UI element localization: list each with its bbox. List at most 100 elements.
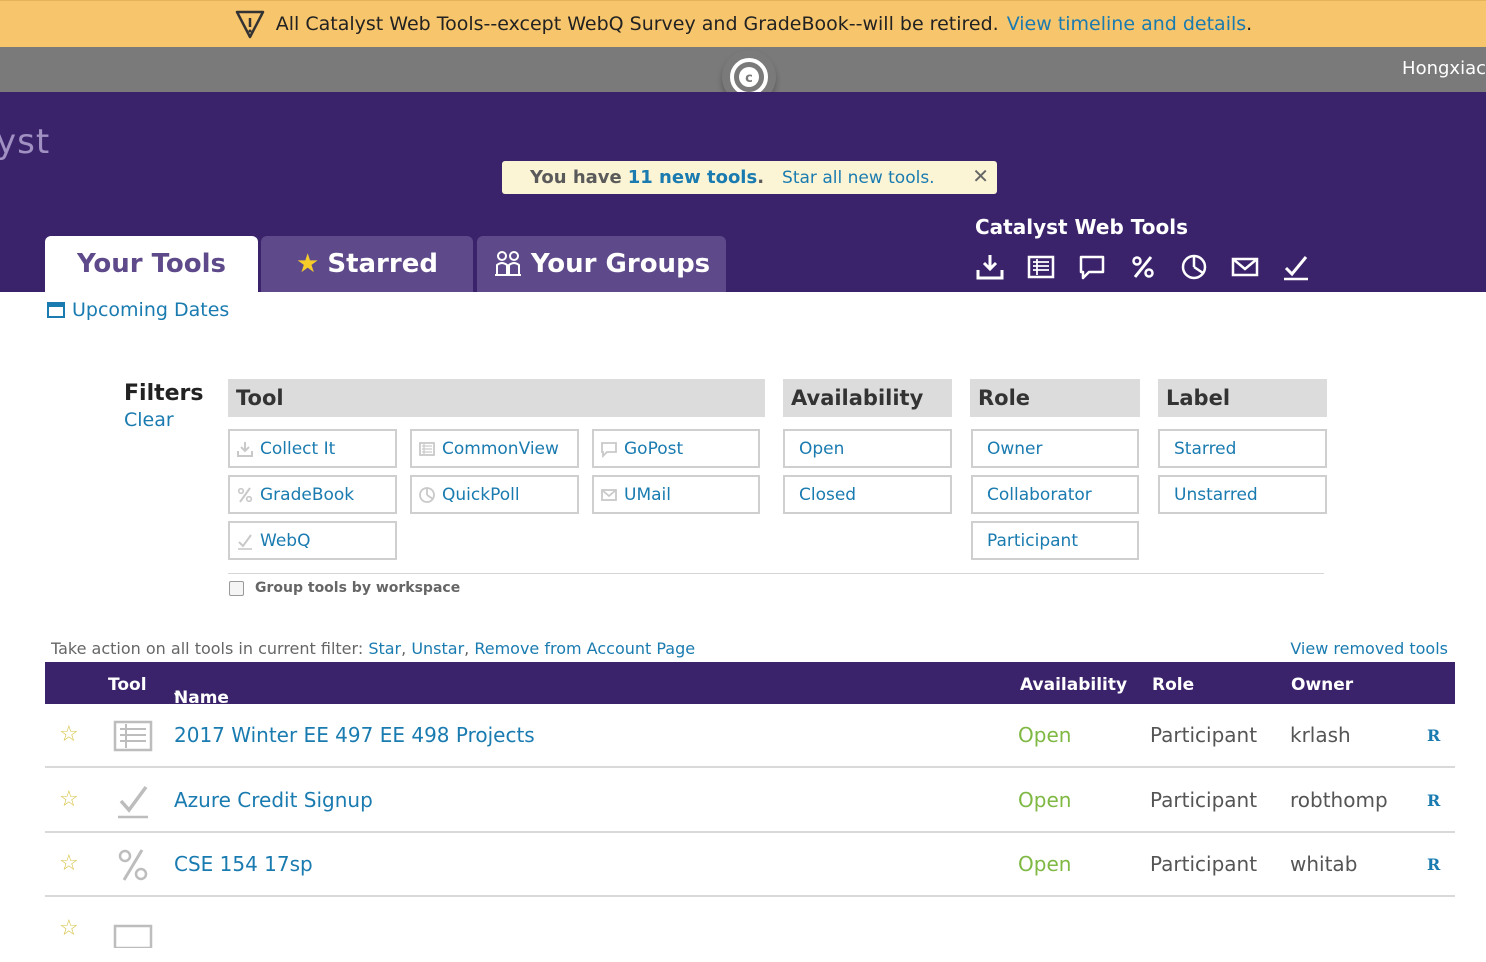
filter-header-tool: Tool [228,379,765,417]
mail-icon[interactable] [1230,252,1260,282]
tool-name-link[interactable]: 2017 Winter EE 497 EE 498 Projects [174,723,535,747]
filter-header-availability: Availability [783,379,952,417]
view-removed-tools-link[interactable]: View removed tools [1290,639,1448,658]
tool-icon [113,924,153,948]
warning-icon [235,10,265,39]
filter-tool-label: GoPost [624,438,684,459]
filters-title: Filters [124,381,204,406]
role-value: Participant [1150,852,1258,876]
star-toggle-icon[interactable]: ☆ [59,722,79,747]
remove-all-link[interactable]: Remove from Account Page [474,639,695,658]
filter-label-label: Starred [1174,438,1237,459]
banner-message: All Catalyst Web Tools--except WebQ Surv… [275,13,999,35]
check-icon [238,533,252,550]
star-toggle-icon[interactable]: ☆ [59,787,79,812]
group-by-workspace[interactable]: Group tools by workspace [229,580,460,596]
availability-value: Open [1018,788,1072,812]
tab-starred[interactable]: ★ Starred [261,236,473,292]
quickpoll-icon [419,486,435,503]
new-tools-prefix: You have [530,167,622,188]
star-toggle-icon[interactable]: ☆ [59,916,79,941]
owner-value: krlash [1290,723,1351,747]
filter-role-label: Owner [987,438,1043,459]
column-header-availability: Availability [1020,675,1128,695]
quickpoll-icon[interactable] [1179,252,1209,282]
availability-value: Open [1018,852,1072,876]
svg-text:c: c [745,71,753,86]
filter-tool-label: CommonView [442,438,559,459]
close-icon[interactable]: ✕ [972,164,989,188]
column-header-tool: Tool [108,675,147,695]
percent-icon [237,486,253,503]
column-header-owner: Owner [1291,675,1354,695]
filter-label-starred[interactable]: Starred [1158,429,1327,468]
check-icon[interactable] [1281,252,1311,282]
filter-availability-open[interactable]: Open [783,429,952,468]
tab-your-tools[interactable]: Your Tools [45,236,258,292]
owner-value: robthomp [1290,788,1388,812]
remove-tool-link[interactable]: R [1427,726,1440,745]
tab-starred-label: Starred [327,249,438,279]
filter-availability-label: Closed [799,484,857,505]
filters-clear-link[interactable]: Clear [124,409,174,431]
tool-name-link[interactable]: CSE 154 17sp [174,852,313,876]
filter-role-label: Participant [987,530,1079,551]
gradebook-icon [118,849,148,881]
unstar-all-link[interactable]: Unstar [411,639,464,658]
filter-role-participant[interactable]: Participant [971,521,1139,560]
sort-desc-icon: ▾ [174,688,181,702]
filter-label-unstarred[interactable]: Unstarred [1158,475,1327,514]
filter-tool-gopost[interactable]: GoPost [592,429,760,468]
column-header-role: Role [1152,675,1195,695]
webq-icon [118,785,148,819]
upcoming-dates-link[interactable]: Upcoming Dates [47,299,229,321]
filters-divider [228,573,1324,574]
table-row: ☆ 2017 Winter EE 497 EE 498 Projects Ope… [45,704,1455,768]
filter-header-role: Role [970,379,1140,417]
filter-tool-webq[interactable]: WebQ [228,521,397,560]
filter-tool-umail[interactable]: UMail [592,475,760,514]
filter-tool-quickpoll[interactable]: QuickPoll [410,475,579,514]
catalyst-web-tools-title: Catalyst Web Tools [975,215,1188,239]
mail-icon [601,488,617,501]
tab-your-groups[interactable]: Your Groups [477,236,726,292]
download-icon[interactable] [975,252,1005,282]
filter-availability-closed[interactable]: Closed [783,475,952,514]
new-tools-suffix: . [757,167,765,188]
gopost-icon [601,441,617,458]
filter-tool-label: UMail [624,484,671,505]
retirement-banner: All Catalyst Web Tools--except WebQ Surv… [0,0,1486,47]
filter-role-collaborator[interactable]: Collaborator [971,475,1139,514]
filter-role-owner[interactable]: Owner [971,429,1139,468]
star-toggle-icon[interactable]: ☆ [59,851,79,876]
role-value: Participant [1150,788,1258,812]
filter-tool-label: GradeBook [260,484,355,505]
group-by-workspace-checkbox[interactable] [229,580,244,596]
gopost-icon[interactable] [1077,252,1107,282]
star-all-link[interactable]: Star [368,639,401,658]
new-tools-count: 11 new tools [627,167,758,188]
commonview-icon[interactable] [1026,252,1056,282]
remove-tool-link[interactable]: R [1427,855,1440,874]
remove-tool-link[interactable]: R [1427,791,1440,810]
owner-value: whitab [1290,852,1358,876]
availability-value: Open [1018,723,1072,747]
upcoming-dates-label: Upcoming Dates [72,299,230,321]
role-value: Participant [1150,723,1258,747]
filter-tool-label: Collect It [260,438,336,459]
percent-icon[interactable] [1128,252,1158,282]
bulk-actions: Take action on all tools in current filt… [51,639,695,658]
star-all-new-tools-link[interactable]: Star all new tools. [782,168,935,188]
banner-details-link[interactable]: View timeline and details [1007,13,1246,35]
filter-tool-commonview[interactable]: CommonView [410,429,579,468]
filter-tool-gradebook[interactable]: GradeBook [228,475,397,514]
new-tools-notice: You have 11 new tools . Star all new too… [502,161,997,194]
table-row-partial: ☆ [45,898,1455,962]
tab-your-tools-label: Your Tools [76,249,227,279]
download-icon [237,441,253,457]
filter-tool-collect-it[interactable]: Collect It [228,429,397,468]
user-name[interactable]: Hongxiac [1402,58,1486,79]
filter-availability-label: Open [799,438,845,459]
catalyst-web-tools-icons [975,252,1311,282]
tool-name-link[interactable]: Azure Credit Signup [174,788,373,812]
